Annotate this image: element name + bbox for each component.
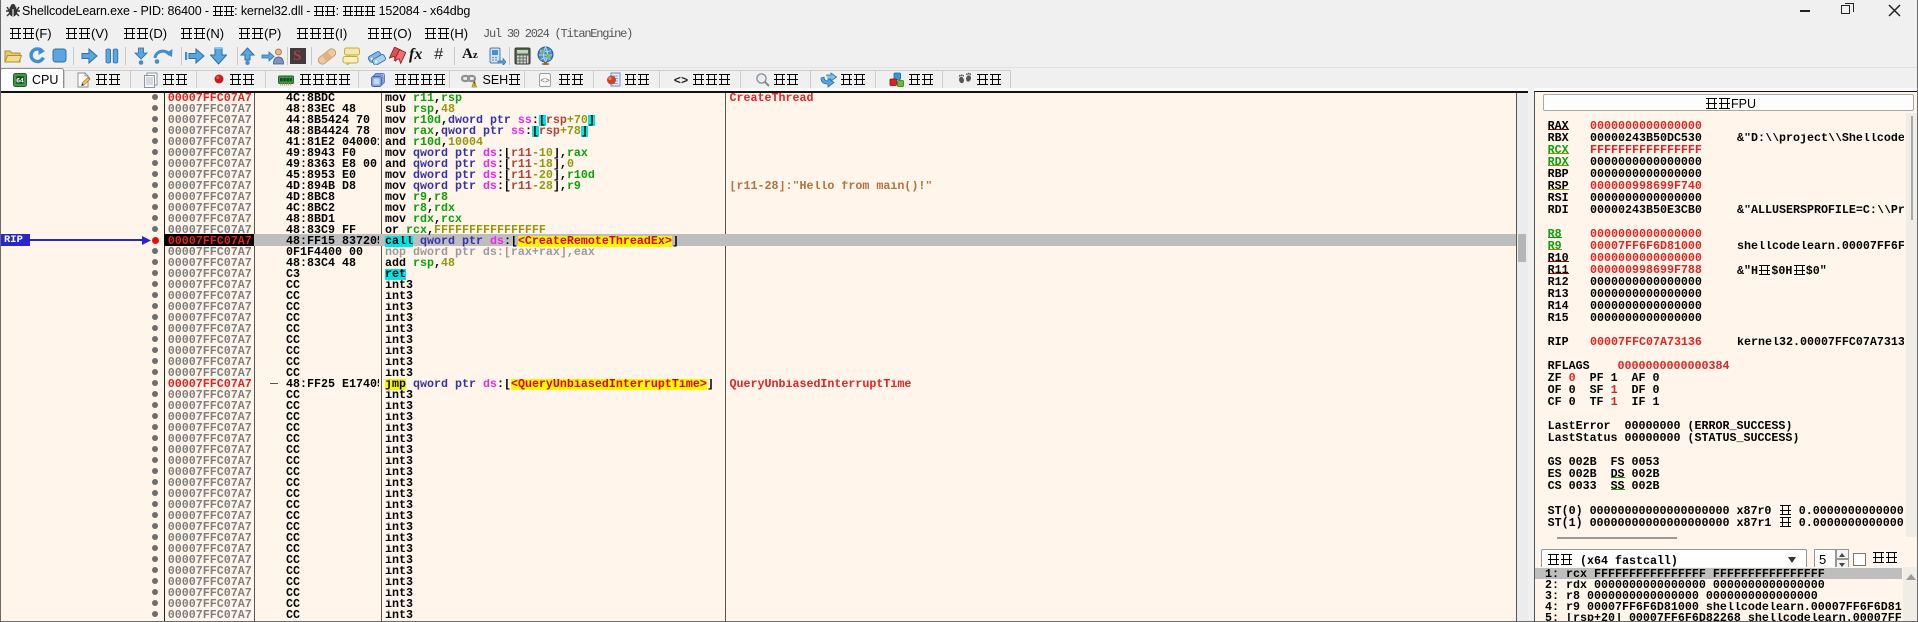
svg-text:64: 64	[16, 78, 24, 85]
svg-text:<>: <>	[540, 77, 550, 86]
svg-text:<>: <>	[674, 74, 688, 87]
svg-text:!: !	[473, 82, 475, 88]
